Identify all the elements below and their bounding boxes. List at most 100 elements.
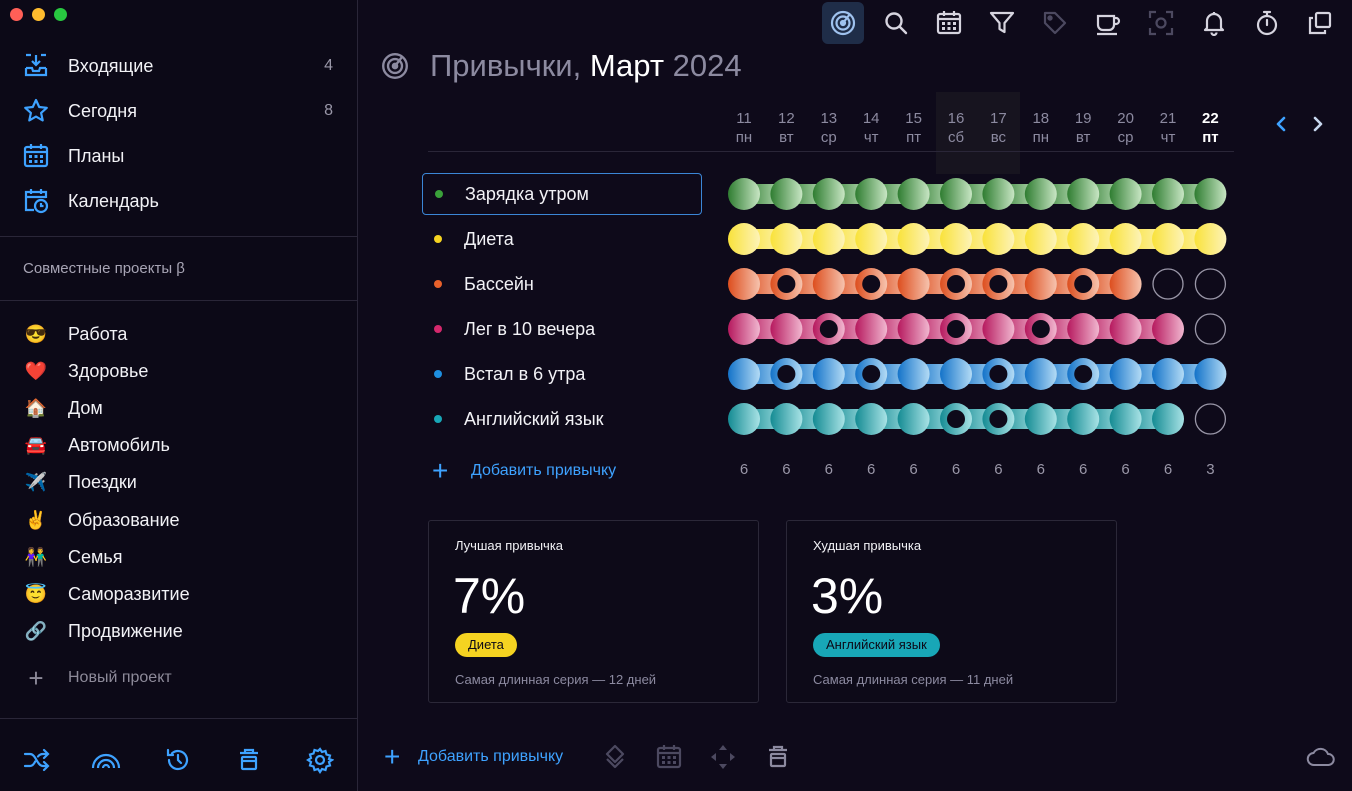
habit-missed-marker [989, 275, 1008, 293]
move-icon[interactable] [708, 742, 738, 772]
habit-day-cell[interactable] [897, 403, 930, 435]
habit-day-cell[interactable] [770, 178, 803, 210]
habit-day-cell[interactable] [982, 178, 1015, 210]
add-habit-button[interactable]: + Добавить привычку [432, 457, 617, 485]
habit-missed-marker [989, 410, 1008, 428]
worst-habit-streak: Самая длинная серия — 11 дней [813, 672, 1014, 687]
habit-day-cell[interactable] [1194, 358, 1227, 390]
habit-empty-cell[interactable] [1194, 313, 1227, 345]
habit-day-cell[interactable] [940, 358, 972, 390]
habit-missed-marker [947, 275, 965, 293]
day-count: 6 [951, 461, 961, 478]
habit-missed-marker [777, 275, 796, 293]
day-count: 6 [739, 461, 749, 478]
habit-day-cell[interactable] [1152, 313, 1184, 345]
habit-day-cell[interactable] [940, 223, 972, 255]
habit-day-cell[interactable] [1067, 403, 1100, 435]
trash-icon[interactable] [763, 742, 793, 772]
habit-day-cell[interactable] [897, 358, 930, 390]
habit-missed-marker [862, 365, 881, 383]
day-count: 6 [824, 461, 833, 478]
worst-habit-percent: 3% [811, 568, 884, 624]
habit-empty-cell[interactable] [1152, 268, 1184, 300]
habit-day-cell[interactable] [1109, 178, 1142, 210]
habit-day-cell[interactable] [1109, 358, 1142, 390]
add-habit-label: Добавить привычку [471, 462, 617, 479]
habit-day-cell[interactable] [1024, 268, 1057, 300]
best-habit-percent: 7% [453, 568, 526, 624]
habit-missed-marker [947, 320, 965, 338]
habit-day-cell[interactable] [1109, 223, 1142, 255]
day-count: 6 [782, 461, 791, 478]
habit-missed-marker [1074, 365, 1093, 383]
habit-day-cell[interactable] [1109, 313, 1142, 345]
habit-day-cell[interactable] [940, 178, 972, 210]
diamond-stack-icon[interactable] [600, 742, 630, 772]
habit-day-cell[interactable] [1194, 178, 1227, 210]
habit-day-cell[interactable] [1024, 358, 1057, 390]
habit-day-cell[interactable] [855, 313, 888, 345]
day-count: 6 [1121, 461, 1130, 478]
habit-day-cell[interactable] [1152, 223, 1184, 255]
habit-missed-marker [777, 365, 796, 383]
habit-day-cell[interactable] [812, 223, 845, 255]
worst-habit-title: Худшая привычка [813, 538, 922, 553]
habit-day-cell[interactable] [897, 268, 930, 300]
habit-day-cell[interactable] [728, 178, 760, 210]
habit-day-cell[interactable] [1067, 223, 1100, 255]
habit-missed-marker [862, 275, 881, 293]
habit-day-cell[interactable] [897, 313, 930, 345]
bottom-add-habit-label: Добавить привычку [418, 748, 564, 765]
habit-missed-marker [1031, 320, 1050, 338]
habit-day-cell[interactable] [812, 178, 845, 210]
day-count: 6 [867, 461, 876, 478]
habit-day-cell[interactable] [1067, 313, 1100, 345]
plus-icon: + [384, 741, 401, 772]
habit-missed-marker [819, 320, 838, 338]
habit-missed-marker [1074, 275, 1093, 293]
habit-day-cell[interactable] [855, 178, 888, 210]
habit-day-cell[interactable] [728, 358, 760, 390]
habit-day-cell[interactable] [1152, 358, 1184, 390]
habit-day-cell[interactable] [770, 223, 803, 255]
habit-day-cell[interactable] [855, 403, 888, 435]
habit-day-cell[interactable] [897, 178, 930, 210]
habit-day-cell[interactable] [728, 223, 760, 255]
habit-day-cell[interactable] [1152, 178, 1184, 210]
habit-day-cell[interactable] [982, 223, 1015, 255]
habit-day-cell[interactable] [855, 223, 888, 255]
habit-day-cell[interactable] [1109, 268, 1142, 300]
habit-day-cell[interactable] [897, 223, 930, 255]
habit-day-cell[interactable] [770, 403, 803, 435]
worst-habit-card: Худшая привычка 3% Английский язык Самая… [786, 520, 1117, 703]
habit-day-cell[interactable] [812, 358, 845, 390]
best-habit-streak: Самая длинная серия — 12 дней [455, 672, 657, 687]
habit-day-cell[interactable] [728, 403, 760, 435]
habit-day-cell[interactable] [1067, 178, 1100, 210]
habit-day-cell[interactable] [1109, 403, 1142, 435]
habit-day-cell[interactable] [770, 313, 803, 345]
bottom-add-habit-button[interactable]: + Добавить привычку [384, 741, 564, 772]
habit-day-cell[interactable] [1152, 403, 1184, 435]
habit-day-cell[interactable] [812, 268, 845, 300]
habit-day-cell[interactable] [728, 268, 760, 300]
best-habit-badge[interactable]: Диета [455, 633, 517, 657]
habit-day-cell[interactable] [1024, 223, 1057, 255]
best-habit-title: Лучшая привычка [455, 538, 564, 553]
worst-habit-badge[interactable]: Английский язык [813, 633, 940, 657]
cloud-icon[interactable] [1305, 742, 1337, 772]
habit-day-cell[interactable] [728, 313, 760, 345]
habit-missed-marker [989, 365, 1008, 383]
habit-empty-cell[interactable] [1194, 403, 1227, 435]
habit-day-cell[interactable] [982, 313, 1015, 345]
habit-day-cell[interactable] [1024, 403, 1057, 435]
habit-day-cell[interactable] [1024, 178, 1057, 210]
day-count: 6 [994, 461, 1003, 478]
habit-day-cell[interactable] [812, 403, 845, 435]
day-count: 3 [1206, 461, 1215, 478]
habit-day-cell[interactable] [1194, 223, 1227, 255]
habit-empty-cell[interactable] [1194, 268, 1227, 300]
day-count: 6 [1036, 461, 1045, 478]
calendar-icon[interactable] [654, 742, 684, 772]
day-count: 6 [1163, 461, 1173, 478]
